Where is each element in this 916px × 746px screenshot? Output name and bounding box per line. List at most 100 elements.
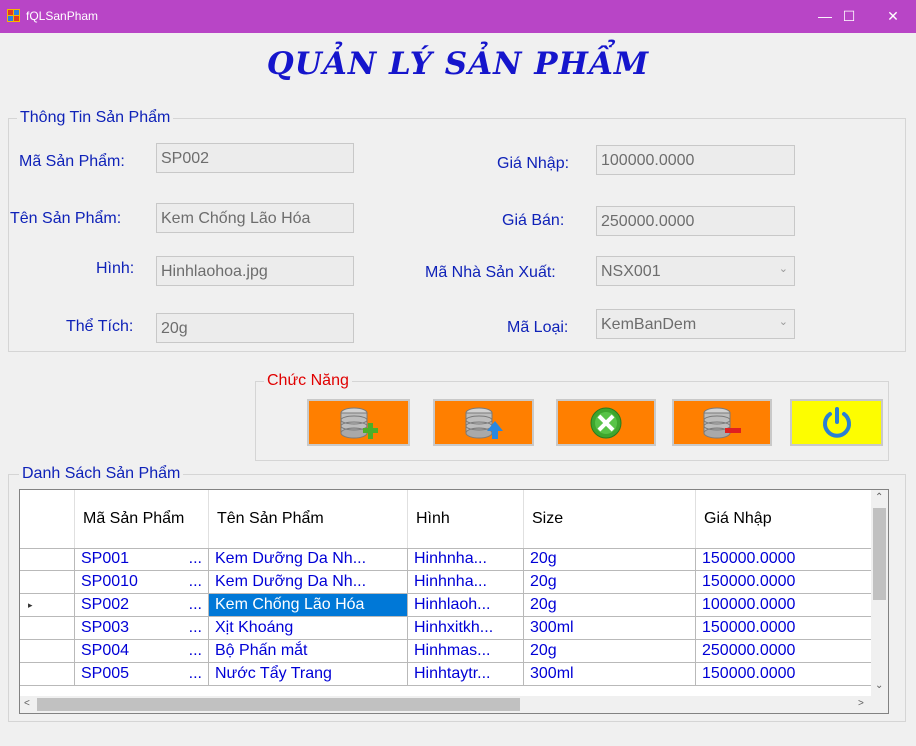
cell-image[interactable]: Hinhmas... [408, 640, 524, 662]
maximize-button[interactable]: ☐ [826, 0, 872, 33]
functions-legend: Chức Năng [264, 372, 352, 390]
page-title: QUẢN LÝ SẢN PHẨM [266, 46, 650, 82]
cell-code-more: ... [188, 619, 202, 636]
row-header[interactable] [20, 640, 75, 662]
row-header[interactable] [20, 571, 75, 593]
chevron-down-icon: ⌄ [778, 316, 788, 328]
cell-size[interactable]: 20g [524, 548, 696, 570]
column-header-size[interactable]: Size [524, 490, 696, 548]
cell-code-more: ... [188, 573, 202, 590]
table-row-selected[interactable]: ▸ SP002... Kem Chống Lão Hóa Hinhlaoh...… [20, 594, 872, 617]
row-header[interactable] [20, 548, 75, 570]
cell-code-text: SP003 [81, 619, 130, 636]
vertical-scrollbar[interactable]: ⌃ ⌄ [871, 490, 888, 697]
horizontal-scroll-thumb[interactable] [37, 698, 520, 711]
current-row-indicator[interactable]: ▸ [20, 594, 75, 616]
cell-code-text: SP001 [81, 550, 130, 567]
delete-product-button[interactable] [672, 399, 772, 446]
scroll-right-icon[interactable]: > [858, 698, 864, 709]
cell-name[interactable]: Nước Tẩy Trang [209, 663, 408, 685]
cell-image[interactable]: Hinhnha... [408, 571, 524, 593]
scroll-left-icon[interactable]: < [24, 698, 30, 709]
cell-name[interactable]: Xịt Khoáng [209, 617, 408, 639]
add-product-button[interactable] [307, 399, 410, 446]
table-row[interactable]: SP0010... Kem Dưỡng Da Nh... Hinhnha... … [20, 571, 872, 594]
import-price-field[interactable]: 100000.0000 [596, 145, 795, 175]
cell-import-price[interactable]: 150000.0000 [696, 571, 872, 593]
category-label: Mã Loại: [507, 319, 569, 336]
product-grid[interactable]: Mã Sản Phẩm Tên Sản Phẩm Hình Size Giá N… [19, 489, 889, 714]
cell-image[interactable]: Hinhtaytr... [408, 663, 524, 685]
edit-product-button[interactable] [556, 399, 656, 446]
cell-name[interactable]: Kem Dưỡng Da Nh... [209, 571, 408, 593]
import-price-label: Giá Nhập: [497, 155, 570, 172]
title-bar: fQLSanPham — ☐ ✕ [0, 0, 916, 33]
database-delete-icon [703, 407, 741, 438]
cell-code-more: ... [188, 550, 202, 567]
table-row[interactable]: SP003... Xịt Khoáng Hinhxitkh... 300ml 1… [20, 617, 872, 640]
row-header[interactable] [20, 663, 75, 685]
cell-code[interactable]: SP002... [75, 594, 209, 616]
cell-size[interactable]: 300ml [524, 617, 696, 639]
grid-corner-header [20, 490, 75, 548]
cell-code-text: SP004 [81, 642, 130, 659]
cell-import-price[interactable]: 250000.0000 [696, 640, 872, 662]
sale-price-field[interactable]: 250000.0000 [596, 206, 795, 236]
horizontal-scrollbar[interactable]: < > [20, 696, 888, 713]
image-field[interactable]: Hinhlaohoa.jpg [156, 256, 354, 286]
cell-size[interactable]: 20g [524, 640, 696, 662]
table-row[interactable]: SP005... Nước Tẩy Trang Hinhtaytr... 300… [20, 663, 872, 686]
column-header-import-price[interactable]: Giá Nhập [696, 490, 872, 548]
product-code-field[interactable]: SP002 [156, 143, 354, 173]
cell-code-more: ... [188, 665, 202, 682]
cell-code-text: SP005 [81, 665, 130, 682]
category-value: KemBanDem [601, 316, 697, 333]
volume-field[interactable]: 20g [156, 313, 354, 343]
product-list-legend: Danh Sách Sản Phẩm [19, 465, 184, 483]
manufacturer-value: NSX001 [601, 263, 661, 280]
column-header-image[interactable]: Hình [408, 490, 524, 548]
cell-name[interactable]: Bộ Phấn mắt [209, 640, 408, 662]
product-info-legend: Thông Tin Sản Phẩm [17, 109, 174, 127]
product-name-field[interactable]: Kem Chống Lão Hóa [156, 203, 354, 233]
table-row[interactable]: SP001... Kem Dưỡng Da Nh... Hinhnha... 2… [20, 548, 872, 571]
close-button[interactable]: ✕ [870, 0, 916, 33]
cell-import-price[interactable]: 150000.0000 [696, 548, 872, 570]
cell-name[interactable]: Kem Dưỡng Da Nh... [209, 548, 408, 570]
cell-code-text: SP002 [81, 596, 130, 613]
update-product-button[interactable] [433, 399, 534, 446]
window-title: fQLSanPham [26, 9, 99, 23]
cell-import-price[interactable]: 150000.0000 [696, 617, 872, 639]
table-row[interactable]: SP004... Bộ Phấn mắt Hinhmas... 20g 2500… [20, 640, 872, 663]
grid-header: Mã Sản Phẩm Tên Sản Phẩm Hình Size Giá N… [20, 490, 872, 549]
category-select[interactable]: KemBanDem ⌄ [596, 309, 795, 339]
scroll-up-icon[interactable]: ⌃ [875, 492, 883, 503]
product-name-label: Tên Sản Phẩm: [10, 210, 122, 227]
cell-size[interactable]: 300ml [524, 663, 696, 685]
manufacturer-select[interactable]: NSX001 ⌄ [596, 256, 795, 286]
cell-code[interactable]: SP001... [75, 548, 209, 570]
cell-size[interactable]: 20g [524, 594, 696, 616]
cell-name-selected[interactable]: Kem Chống Lão Hóa [209, 594, 408, 616]
cell-import-price[interactable]: 100000.0000 [696, 594, 872, 616]
row-header[interactable] [20, 617, 75, 639]
power-icon [822, 406, 851, 438]
cell-code[interactable]: SP005... [75, 663, 209, 685]
scroll-down-icon[interactable]: ⌄ [875, 680, 883, 691]
cell-import-price[interactable]: 150000.0000 [696, 663, 872, 685]
manufacturer-label: Mã Nhà Sản Xuất: [425, 264, 556, 281]
column-header-name[interactable]: Tên Sản Phẩm [209, 490, 408, 548]
cell-code-more: ... [188, 642, 202, 659]
cell-size[interactable]: 20g [524, 571, 696, 593]
cell-image[interactable]: Hinhxitkh... [408, 617, 524, 639]
vertical-scroll-thumb[interactable] [873, 508, 886, 600]
cell-code[interactable]: SP003... [75, 617, 209, 639]
sale-price-label: Giá Bán: [502, 212, 565, 229]
cell-code[interactable]: SP0010... [75, 571, 209, 593]
cell-code[interactable]: SP004... [75, 640, 209, 662]
database-update-icon [465, 407, 503, 439]
cell-image[interactable]: Hinhnha... [408, 548, 524, 570]
cell-image[interactable]: Hinhlaoh... [408, 594, 524, 616]
exit-button[interactable] [790, 399, 883, 446]
column-header-code[interactable]: Mã Sản Phẩm [75, 490, 209, 548]
